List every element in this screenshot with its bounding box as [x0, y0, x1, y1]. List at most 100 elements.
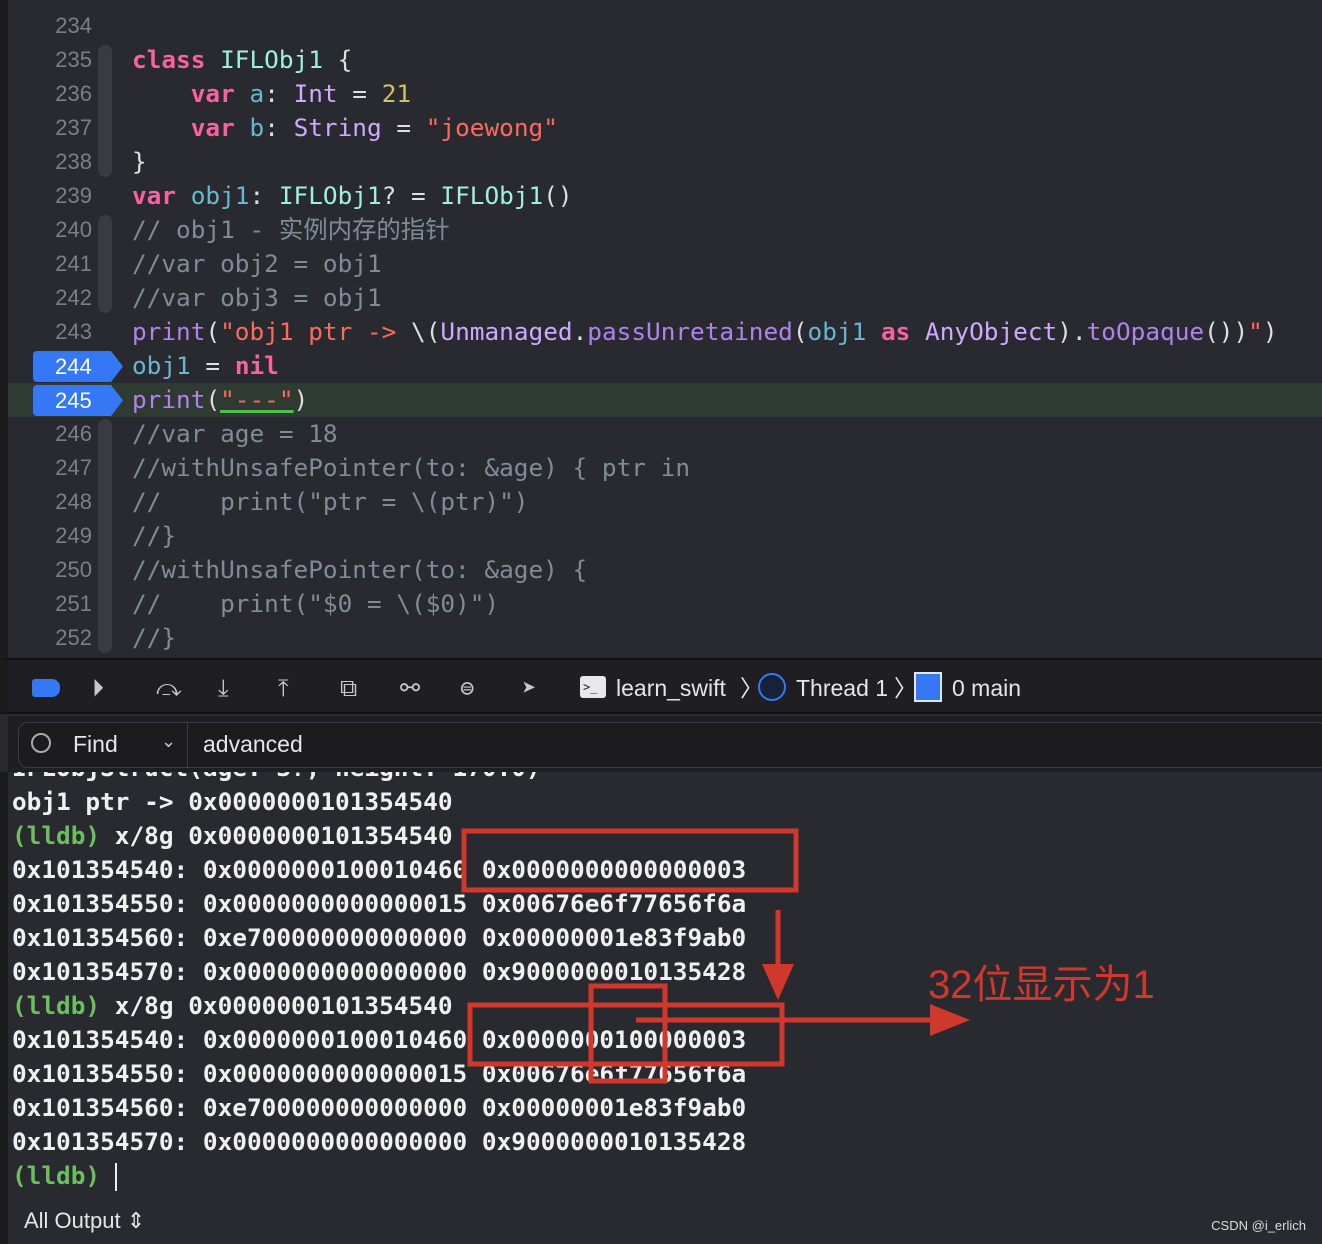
code-line[interactable]: 246 //var age = 18: [8, 417, 1322, 451]
breakpoint-marker[interactable]: 244: [33, 351, 123, 382]
code-text: //}: [132, 519, 176, 553]
line-number: 252: [55, 625, 92, 650]
code-token: ): [1262, 317, 1278, 346]
code-token: //}: [132, 521, 177, 550]
step-out-icon[interactable]: ⤒: [278, 674, 289, 702]
code-line[interactable]: 242 //var obj3 = obj1: [8, 281, 1322, 315]
code-token: AnyObject: [925, 317, 1058, 346]
code-token: as: [866, 317, 926, 346]
console-text: obj1 ptr -> 0x0000000101354540: [12, 787, 453, 816]
console-line: 0x101354570: 0x0000000000000000 0x900000…: [12, 1125, 746, 1159]
view-hierarchy-icon[interactable]: ⧉: [340, 674, 357, 702]
code-line[interactable]: 236 var a: Int = 21: [8, 77, 1322, 111]
line-number: 241: [55, 251, 92, 276]
breadcrumb-frame[interactable]: 0 main: [952, 672, 1021, 704]
code-line[interactable]: 240 // obj1 - 实例内存的指针: [8, 213, 1322, 247]
code-token: =: [337, 79, 382, 108]
line-number: 250: [55, 557, 92, 582]
code-line[interactable]: 237 var b: String = "joewong": [8, 111, 1322, 145]
code-fold-ribbon[interactable]: [98, 215, 112, 313]
code-line[interactable]: 235 class IFLObj1 {: [8, 43, 1322, 77]
code-line[interactable]: 247 //withUnsafePointer(to: &age) { ptr i…: [8, 451, 1322, 485]
console-line: 0x101354550: 0x0000000000000015 0x00676e…: [12, 1057, 746, 1091]
code-line[interactable]: 250 //withUnsafePointer(to: &age) {: [8, 553, 1322, 587]
code-token: Int: [293, 79, 338, 108]
code-token: "obj1 ptr ->: [220, 317, 412, 346]
output-filter-select[interactable]: All Output ⇕: [24, 1208, 145, 1234]
find-query-input[interactable]: advanced: [203, 731, 303, 758]
code-line[interactable]: 249 //}: [8, 519, 1322, 553]
debug-bar: ⏵︎ ⤼ ⤓ ⤒ ⧉ ⚯ ⊜ ➤ >_ learn_swift 〉 Thread…: [0, 658, 1322, 714]
code-text: print("---"): [132, 383, 308, 417]
line-number: 235: [55, 47, 92, 72]
console-output[interactable]: IFLObjStruct(age: 3?, height: 170.0) obj1…: [0, 772, 1322, 1202]
code-line[interactable]: 251 // print("$0 = \($0)"): [8, 587, 1322, 621]
code-token: ): [293, 385, 309, 414]
code-line[interactable]: 248 // print("ptr = \(ptr)"): [8, 485, 1322, 519]
code-line[interactable]: 241 //var obj2 = obj1: [8, 247, 1322, 281]
breadcrumb-target[interactable]: learn_swift: [616, 672, 726, 704]
step-into-icon[interactable]: ⤓: [218, 674, 229, 702]
chevron-down-icon[interactable]: ⌄: [161, 731, 176, 752]
code-token: (: [205, 317, 221, 346]
step-over-icon[interactable]: ⤼: [156, 674, 182, 702]
code-token: (): [543, 181, 573, 210]
line-number: 243: [55, 319, 92, 344]
find-field[interactable]: Find ⌄ advanced: [18, 722, 1322, 768]
breakpoints-toggle-icon[interactable]: [32, 679, 60, 697]
code-fold-ribbon[interactable]: [98, 419, 112, 653]
breakpoint-marker[interactable]: 245: [33, 385, 123, 416]
code-editor[interactable]: 234 235 class IFLObj1 {236 var a: Int = 21…: [0, 0, 1322, 658]
code-line[interactable]: 243 print("obj1 ptr -> \(Unmanaged.passUn…: [8, 315, 1322, 349]
console-text: x/8g 0x0000000101354540: [114, 991, 453, 1020]
code-token: var: [132, 181, 191, 210]
thread-icon: [758, 673, 786, 701]
code-line[interactable]: 245 print("---"): [8, 383, 1322, 417]
search-icon: [31, 733, 51, 753]
environment-overrides-icon[interactable]: ⊜: [460, 674, 474, 702]
code-token: :: [264, 79, 294, 108]
console-line: (lldb) x/8g 0x0000000101354540: [12, 989, 453, 1023]
code-text: //var obj3 = obj1: [132, 281, 382, 315]
line-number: 234: [55, 13, 92, 38]
breadcrumb-thread[interactable]: Thread 1: [796, 672, 888, 704]
text-cursor: [114, 1163, 117, 1191]
console-text: 0x101354560: 0xe700000000000000 0x000000…: [12, 923, 747, 952]
code-text: // print("$0 = \($0)"): [132, 587, 499, 621]
code-token: b: [249, 113, 265, 142]
line-number: 242: [55, 285, 92, 310]
code-token: //var obj3 = obj1: [132, 283, 382, 312]
code-token: //withUnsafePointer(to: &age) { ptr in: [132, 453, 691, 482]
code-token: var: [190, 79, 250, 108]
code-line[interactable]: 234: [8, 9, 1322, 43]
find-mode-select[interactable]: Find: [73, 731, 118, 758]
code-text: // obj1 - 实例内存的指针: [132, 213, 450, 247]
continue-icon[interactable]: ⏵︎: [92, 674, 104, 702]
code-token: //withUnsafePointer(to: &age) {: [132, 555, 588, 584]
frame-user-icon: [914, 672, 942, 702]
code-token: =: [381, 113, 426, 142]
code-line[interactable]: 244 obj1 = nil: [8, 349, 1322, 383]
terminal-icon: >_: [580, 676, 606, 698]
code-text: }: [132, 145, 147, 179]
code-token: toOpaque: [1086, 317, 1205, 346]
code-text: //withUnsafePointer(to: &age) {: [132, 553, 587, 587]
console-line: obj1 ptr -> 0x0000000101354540: [12, 785, 453, 819]
memory-graph-icon[interactable]: ⚯: [400, 674, 420, 702]
code-token: //var age = 18: [132, 419, 338, 448]
console-text: IFLObjStruct(age: 3?, height: 170.0): [12, 772, 541, 782]
code-token: a: [249, 79, 265, 108]
code-line[interactable]: 239 var obj1: IFLObj1? = IFLObj1(): [8, 179, 1322, 213]
console-text: 0x101354540: 0x0000000100010460 0x000000…: [12, 1025, 747, 1054]
code-line[interactable]: 252 //}: [8, 621, 1322, 655]
code-token: var: [190, 113, 250, 142]
code-text: //withUnsafePointer(to: &age) { ptr in: [132, 451, 690, 485]
console-line: 0x101354560: 0xe700000000000000 0x000000…: [12, 921, 746, 955]
code-token: // print("ptr = \(ptr)"): [132, 487, 529, 516]
code-line[interactable]: 238}: [8, 145, 1322, 179]
code-fold-ribbon[interactable]: [98, 45, 112, 177]
simulate-location-icon[interactable]: ➤: [522, 674, 536, 702]
code-token: obj1: [132, 351, 191, 380]
code-token: IFLObj1: [220, 45, 323, 74]
